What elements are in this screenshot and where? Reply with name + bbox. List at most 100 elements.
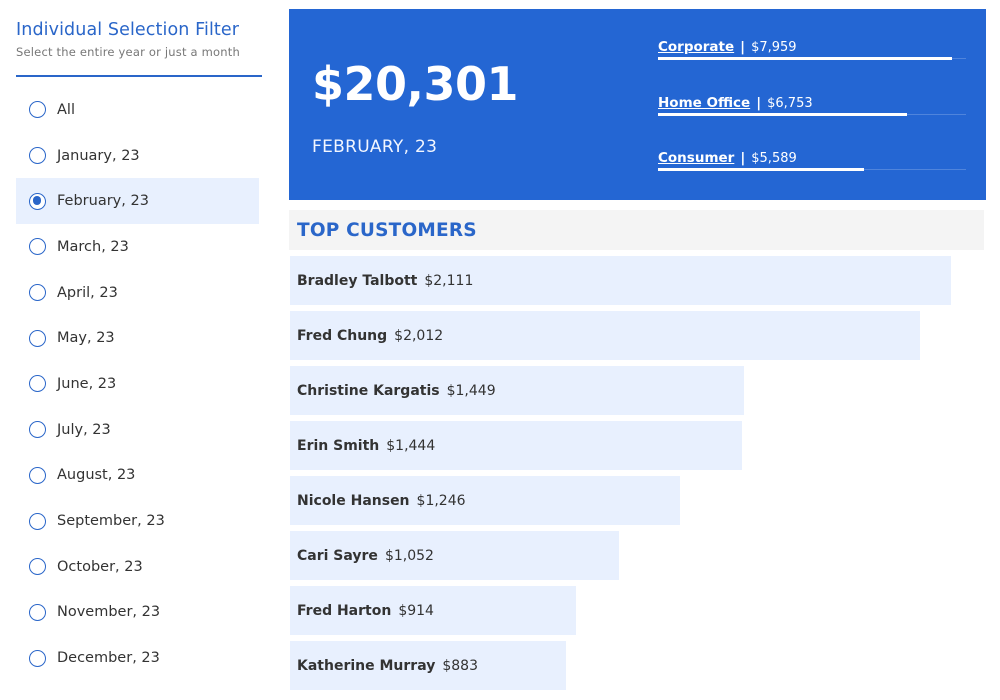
kpi-header: $20,301 FEBRUARY, 23 Corporate | $7,959 Hom… xyxy=(289,9,986,200)
filter-option-march-23[interactable]: March, 23 xyxy=(16,224,259,270)
segment-bar-fill xyxy=(658,113,907,116)
segment-label: Corporate | $7,959 xyxy=(658,39,966,55)
radio-button-icon[interactable] xyxy=(29,238,46,256)
customer-bar[interactable]: Fred Harton $914 xyxy=(290,586,576,635)
segment-label: Home Office | $6,753 xyxy=(658,95,966,111)
top-customers-header: TOP CUSTOMERS xyxy=(289,210,984,250)
filter-option-label: All xyxy=(57,101,75,118)
segment-bar-fill xyxy=(658,168,864,171)
customer-bar[interactable]: Nicole Hansen $1,246 xyxy=(290,476,680,525)
radio-button-icon[interactable] xyxy=(29,101,46,119)
selected-period-label: FEBRUARY, 23 xyxy=(312,137,438,157)
customer-label: Fred Chung $2,012 xyxy=(290,328,443,344)
customer-name: Katherine Murray xyxy=(297,657,436,674)
customer-label: Nicole Hansen $1,246 xyxy=(290,493,466,509)
filter-option-september-23[interactable]: September, 23 xyxy=(16,498,259,544)
segment-consumer: Consumer | $5,589 xyxy=(658,150,966,171)
customer-label: Bradley Talbott $2,111 xyxy=(290,273,473,289)
customer-label: Christine Kargatis $1,449 xyxy=(290,383,496,399)
customer-amount: $1,444 xyxy=(386,437,436,454)
customer-name: Fred Harton xyxy=(297,602,392,619)
total-sales-value: $20,301 xyxy=(312,57,519,111)
segment-bar-fill xyxy=(658,57,952,60)
segment-separator: | xyxy=(740,39,746,55)
customer-label: Fred Harton $914 xyxy=(290,603,434,619)
filter-option-july-23[interactable]: July, 23 xyxy=(16,407,259,453)
customer-bar[interactable]: Erin Smith $1,444 xyxy=(290,421,742,470)
filter-divider xyxy=(16,75,262,77)
customer-bar[interactable]: Katherine Murray $883 xyxy=(290,641,566,690)
radio-selected-dot-icon xyxy=(32,196,42,205)
filter-option-january-23[interactable]: January, 23 xyxy=(16,133,259,179)
radio-button-icon[interactable] xyxy=(29,284,46,302)
radio-button-icon[interactable] xyxy=(29,329,46,347)
radio-button-icon[interactable] xyxy=(29,375,46,393)
customer-name: Cari Sayre xyxy=(297,547,378,564)
segment-value: $7,959 xyxy=(751,40,797,55)
filter-option-all[interactable]: All xyxy=(16,87,259,133)
selection-filter-panel: Individual Selection Filter Select the e… xyxy=(16,20,262,667)
customer-amount: $1,052 xyxy=(384,547,434,564)
filter-subtitle: Select the entire year or just a month xyxy=(16,45,240,59)
customer-name: Nicole Hansen xyxy=(297,492,410,509)
customer-label: Erin Smith $1,444 xyxy=(290,438,435,454)
filter-option-label: October, 23 xyxy=(57,558,143,575)
radio-button-icon[interactable] xyxy=(29,558,46,576)
segment-value: $6,753 xyxy=(767,96,813,111)
radio-button-icon[interactable] xyxy=(29,147,46,165)
filter-option-label: March, 23 xyxy=(57,238,129,255)
segment-separator: | xyxy=(756,95,762,111)
customer-name: Fred Chung xyxy=(297,327,388,344)
segment-corporate: Corporate | $7,959 xyxy=(658,39,966,60)
segment-name: Consumer xyxy=(658,150,735,166)
filter-option-label: January, 23 xyxy=(57,147,140,164)
segment-home-office: Home Office | $6,753 xyxy=(658,95,966,116)
filter-option-label: July, 23 xyxy=(57,421,111,438)
customer-bar[interactable]: Christine Kargatis $1,449 xyxy=(290,366,744,415)
filter-option-december-23[interactable]: December, 23 xyxy=(16,635,259,681)
customer-amount: $1,449 xyxy=(446,382,496,399)
customer-amount: $1,246 xyxy=(416,492,466,509)
filter-option-october-23[interactable]: October, 23 xyxy=(16,544,259,590)
filter-options-list: All January, 23 February, 23 March, 23 April… xyxy=(16,87,259,681)
top-customers-title: TOP CUSTOMERS xyxy=(297,220,477,241)
filter-option-label: December, 23 xyxy=(57,650,160,667)
customer-amount: $883 xyxy=(442,657,478,674)
customer-name: Erin Smith xyxy=(297,437,380,454)
filter-option-may-23[interactable]: May, 23 xyxy=(16,315,259,361)
filter-option-november-23[interactable]: November, 23 xyxy=(16,590,259,636)
filter-option-august-23[interactable]: August, 23 xyxy=(16,453,259,499)
customer-bar[interactable]: Fred Chung $2,012 xyxy=(290,311,920,360)
filter-option-label: September, 23 xyxy=(57,513,165,530)
filter-option-june-23[interactable]: June, 23 xyxy=(16,361,259,407)
filter-option-label: June, 23 xyxy=(57,375,117,392)
filter-option-label: August, 23 xyxy=(57,467,136,484)
filter-option-label: May, 23 xyxy=(57,330,115,347)
filter-option-label: April, 23 xyxy=(57,284,118,301)
radio-button-icon[interactable] xyxy=(29,421,46,439)
customer-bar[interactable]: Cari Sayre $1,052 xyxy=(290,531,619,580)
customer-amount: $914 xyxy=(398,602,434,619)
segment-name: Home Office xyxy=(658,95,751,111)
customer-bar[interactable]: Bradley Talbott $2,111 xyxy=(290,256,951,305)
customer-amount: $2,012 xyxy=(394,327,444,344)
filter-option-label: February, 23 xyxy=(57,193,149,210)
radio-button-icon[interactable] xyxy=(29,649,46,667)
segment-value: $5,589 xyxy=(751,151,797,166)
radio-button-icon[interactable] xyxy=(29,512,46,530)
customer-amount: $2,111 xyxy=(424,272,474,289)
filter-option-label: November, 23 xyxy=(57,604,161,621)
customer-label: Cari Sayre $1,052 xyxy=(290,548,434,564)
radio-button-icon[interactable] xyxy=(29,603,46,621)
segment-name: Corporate xyxy=(658,39,735,55)
filter-title: Individual Selection Filter xyxy=(16,20,240,40)
filter-option-february-23[interactable]: February, 23 xyxy=(16,178,259,225)
radio-button-icon[interactable] xyxy=(29,192,46,210)
filter-option-april-23[interactable]: April, 23 xyxy=(16,270,259,316)
segment-label: Consumer | $5,589 xyxy=(658,150,966,166)
customer-name: Christine Kargatis xyxy=(297,382,440,399)
customer-label: Katherine Murray $883 xyxy=(290,658,478,674)
radio-button-icon[interactable] xyxy=(29,466,46,484)
customer-name: Bradley Talbott xyxy=(297,272,418,289)
segment-separator: | xyxy=(740,150,746,166)
